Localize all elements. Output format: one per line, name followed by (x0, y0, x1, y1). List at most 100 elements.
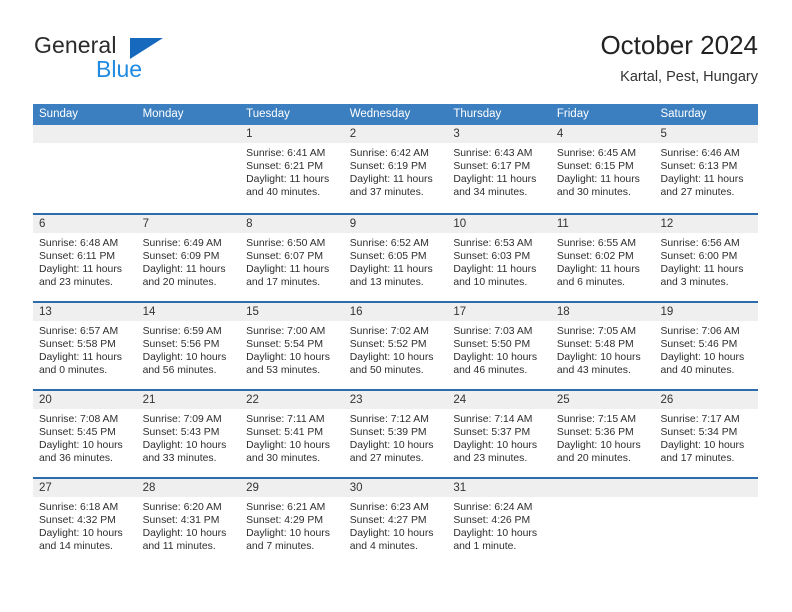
day-number: 16 (343, 303, 448, 321)
day-number: 1 (240, 125, 344, 143)
day-number: 12 (654, 215, 759, 233)
day-number: 15 (240, 303, 344, 321)
day-number: 26 (654, 391, 759, 409)
day-number: 29 (240, 479, 344, 497)
calendar-day-cell[interactable]: 8 Sunrise: 6:50 AM Sunset: 6:07 PM Daylight… (240, 215, 344, 301)
day-detail-line: Sunrise: 6:43 AM (453, 148, 533, 159)
calendar-day-cell[interactable]: 30 Sunrise: 6:23 AM Sunset: 4:27 PM Dayligh… (343, 479, 448, 565)
calendar-day-cell[interactable]: 20 Sunrise: 7:08 AM Sunset: 5:45 PM Dayligh… (33, 391, 137, 477)
day-number: 23 (343, 391, 448, 409)
day-details: Sunrise: 7:12 AM Sunset: 5:39 PM Daylight:… (344, 409, 448, 465)
day-detail-line: Sunset: 6:11 PM (39, 251, 116, 263)
calendar-day-cell[interactable]: 10 Sunrise: 6:53 AM Sunset: 6:03 PM Dayligh… (447, 215, 551, 301)
day-detail-line: Sunset: 6:05 PM (349, 251, 427, 263)
day-detail-line: and 17 minutes. (660, 453, 735, 465)
day-details: Sunrise: 6:59 AM Sunset: 5:56 PM Daylight:… (137, 321, 241, 377)
day-detail-line: and 3 minutes. (660, 277, 729, 289)
day-detail-line: Sunset: 4:27 PM (349, 515, 427, 527)
calendar-day-cell[interactable]: 29 Sunrise: 6:21 AM Sunset: 4:29 PM Dayligh… (240, 479, 344, 565)
calendar-day-cell[interactable]: 23 Sunrise: 7:12 AM Sunset: 5:39 PM Dayligh… (343, 391, 448, 477)
calendar-day-cell[interactable]: 9 Sunrise: 6:52 AM Sunset: 6:05 PM Daylight… (343, 215, 448, 301)
day-detail-line: and 27 minutes. (660, 187, 735, 199)
day-detail-line: Sunset: 6:21 PM (246, 161, 323, 173)
day-detail-line: Daylight: 11 hours (39, 352, 122, 364)
day-detail-line: and 6 minutes. (556, 277, 626, 289)
calendar-day-cell[interactable]: 26 Sunrise: 7:17 AM Sunset: 5:34 PM Dayligh… (654, 391, 759, 477)
day-number: 4 (550, 125, 655, 143)
day-detail-line: Daylight: 11 hours (349, 264, 433, 276)
day-detail-line: Daylight: 10 hours (453, 352, 538, 364)
calendar-day-cell[interactable]: 18 Sunrise: 7:05 AM Sunset: 5:48 PM Dayligh… (550, 303, 655, 389)
day-detail-line: Daylight: 10 hours (246, 528, 330, 540)
day-number: 22 (240, 391, 344, 409)
day-detail-line: Sunrise: 6:49 AM (142, 238, 222, 249)
day-detail-line: Sunset: 6:17 PM (453, 161, 531, 173)
day-detail-line: and 7 minutes. (246, 541, 315, 553)
day-detail-line: Daylight: 11 hours (39, 264, 122, 276)
calendar-day-cell[interactable]: 3 Sunrise: 6:43 AM Sunset: 6:17 PM Daylight… (447, 125, 551, 213)
day-detail-line: Sunset: 5:45 PM (39, 427, 116, 439)
calendar-day-cell[interactable]: 1 Sunrise: 6:41 AM Sunset: 6:21 PM Daylight… (240, 125, 344, 213)
calendar-day-cell[interactable]: 14 Sunrise: 6:59 AM Sunset: 5:56 PM Dayligh… (136, 303, 241, 389)
calendar-day-cell[interactable]: 22 Sunrise: 7:11 AM Sunset: 5:41 PM Dayligh… (240, 391, 344, 477)
day-detail-line: Daylight: 10 hours (556, 440, 641, 452)
day-detail-line: Sunset: 6:03 PM (453, 251, 531, 263)
day-detail-line: Sunrise: 6:46 AM (660, 148, 740, 159)
calendar-day-cell[interactable]: 2 Sunrise: 6:42 AM Sunset: 6:19 PM Daylight… (343, 125, 448, 213)
day-details: Sunrise: 6:18 AM Sunset: 4:32 PM Daylight:… (33, 497, 137, 553)
day-detail-line: Sunrise: 6:21 AM (246, 502, 326, 513)
day-detail-line: and 46 minutes. (453, 365, 528, 377)
day-details (137, 143, 241, 147)
calendar-day-cell[interactable]: 13 Sunrise: 6:57 AM Sunset: 5:58 PM Dayligh… (33, 303, 137, 389)
calendar-day-cell[interactable]: 25 Sunrise: 7:15 AM Sunset: 5:36 PM Dayligh… (550, 391, 655, 477)
day-details (654, 497, 758, 501)
day-number (136, 125, 241, 143)
day-number: 31 (447, 479, 551, 497)
calendar-day-cell[interactable]: 24 Sunrise: 7:14 AM Sunset: 5:37 PM Dayligh… (447, 391, 551, 477)
day-details: Sunrise: 7:17 AM Sunset: 5:34 PM Daylight:… (654, 409, 758, 465)
day-detail-line: Sunset: 6:19 PM (349, 161, 427, 173)
weekday-header-friday: Friday (556, 108, 589, 120)
day-detail-line: Sunrise: 7:00 AM (246, 326, 326, 337)
day-detail-line: and 30 minutes. (556, 187, 631, 199)
calendar-day-cell[interactable]: 31 Sunrise: 6:24 AM Sunset: 4:26 PM Dayligh… (447, 479, 551, 565)
calendar-day-cell[interactable]: 12 Sunrise: 6:56 AM Sunset: 6:00 PM Dayligh… (654, 215, 759, 301)
weekday-header-saturday: Saturday (660, 108, 707, 120)
page-subtitle: Kartal, Pest, Hungary (620, 69, 758, 85)
day-detail-line: Sunrise: 7:05 AM (556, 326, 637, 337)
day-detail-line: Sunrise: 6:52 AM (349, 238, 429, 249)
brand-name-blue: Blue (96, 56, 143, 82)
day-number (33, 125, 137, 143)
day-detail-line: and 33 minutes. (142, 453, 217, 465)
day-detail-line: and 17 minutes. (246, 277, 321, 289)
calendar-day-cell[interactable]: 5 Sunrise: 6:46 AM Sunset: 6:13 PM Daylight… (654, 125, 759, 213)
day-detail-line: Sunset: 5:56 PM (142, 339, 220, 351)
calendar-day-cell[interactable]: 28 Sunrise: 6:20 AM Sunset: 4:31 PM Dayligh… (136, 479, 241, 565)
calendar-day-cell[interactable]: 19 Sunrise: 7:06 AM Sunset: 5:46 PM Dayligh… (654, 303, 759, 389)
calendar-day-cell[interactable]: 7 Sunrise: 6:49 AM Sunset: 6:09 PM Daylight… (136, 215, 241, 301)
day-detail-line: Daylight: 11 hours (453, 264, 537, 276)
day-details: Sunrise: 6:45 AM Sunset: 6:15 PM Daylight:… (551, 143, 655, 199)
brand-logo[interactable]: General Blue (34, 32, 234, 94)
calendar-week-row: 1 Sunrise: 6:41 AM Sunset: 6:21 PM Daylight… (33, 125, 759, 213)
day-details: Sunrise: 7:02 AM Sunset: 5:52 PM Daylight:… (344, 321, 448, 377)
calendar-day-cell[interactable]: 16 Sunrise: 7:02 AM Sunset: 5:52 PM Dayligh… (343, 303, 448, 389)
day-details: Sunrise: 7:06 AM Sunset: 5:46 PM Daylight:… (654, 321, 758, 377)
calendar-day-cell[interactable]: 15 Sunrise: 7:00 AM Sunset: 5:54 PM Dayligh… (240, 303, 344, 389)
day-detail-line: Sunrise: 7:02 AM (349, 326, 429, 337)
calendar-day-cell[interactable]: 11 Sunrise: 6:55 AM Sunset: 6:02 PM Dayligh… (550, 215, 655, 301)
day-detail-line: Daylight: 10 hours (246, 352, 330, 364)
calendar-day-cell[interactable]: 6 Sunrise: 6:48 AM Sunset: 6:11 PM Daylight… (33, 215, 137, 301)
calendar-day-cell[interactable]: 27 Sunrise: 6:18 AM Sunset: 4:32 PM Dayligh… (33, 479, 137, 565)
day-detail-line: Sunrise: 7:14 AM (453, 414, 533, 425)
calendar-day-cell[interactable]: 17 Sunrise: 7:03 AM Sunset: 5:50 PM Dayligh… (447, 303, 551, 389)
day-detail-line: Sunset: 5:39 PM (349, 427, 427, 439)
day-detail-line: Daylight: 10 hours (453, 440, 538, 452)
day-detail-line: Daylight: 11 hours (556, 264, 640, 276)
day-details: Sunrise: 7:03 AM Sunset: 5:50 PM Daylight:… (447, 321, 551, 377)
calendar-day-cell[interactable]: 21 Sunrise: 7:09 AM Sunset: 5:43 PM Dayligh… (136, 391, 241, 477)
day-detail-line: and 40 minutes. (246, 187, 321, 199)
day-details (33, 143, 137, 147)
calendar-day-cell[interactable]: 4 Sunrise: 6:45 AM Sunset: 6:15 PM Daylight… (550, 125, 655, 213)
day-detail-line: Sunset: 4:31 PM (142, 515, 220, 527)
